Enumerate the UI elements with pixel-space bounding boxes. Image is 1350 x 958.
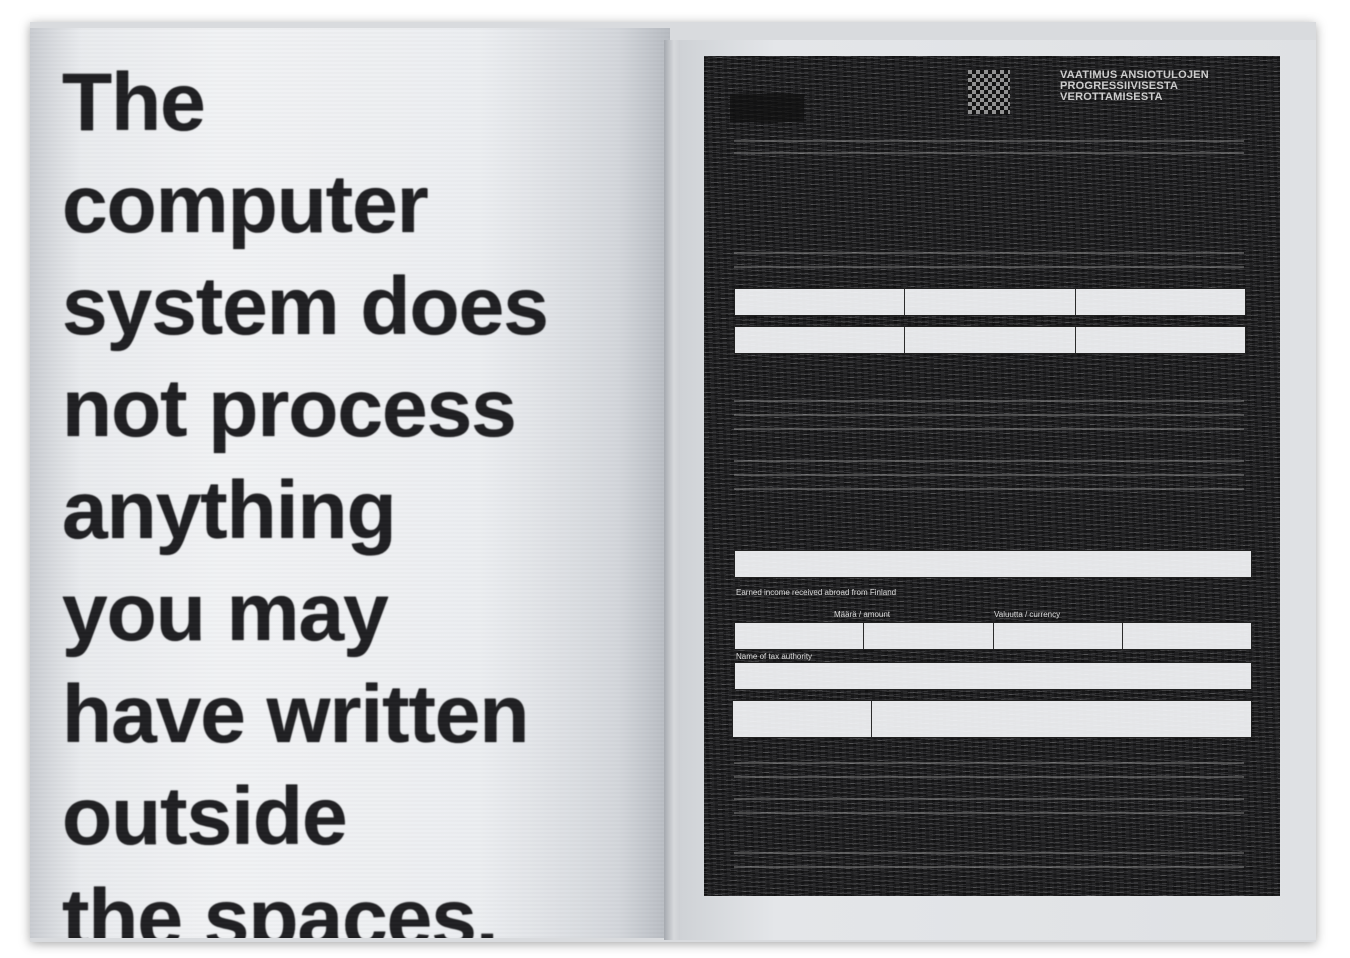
headline-line: anything xyxy=(62,465,397,556)
logo-stamp xyxy=(730,94,804,122)
form-field-row[interactable] xyxy=(732,700,1252,738)
scribbled-tax-form: VAATIMUS ANSIOTULOJEN PROGRESSIIVISESTA … xyxy=(704,56,1280,896)
form-cell[interactable] xyxy=(994,623,1123,649)
form-field-row[interactable] xyxy=(734,622,1252,650)
form-cell[interactable] xyxy=(1076,289,1245,315)
headline: The computer system does not process any… xyxy=(62,52,670,938)
text-line xyxy=(734,812,1244,814)
text-line xyxy=(734,488,1244,490)
field-label: Valuutta / currency xyxy=(994,610,1061,619)
text-line xyxy=(734,428,1244,430)
form-title: VAATIMUS ANSIOTULOJEN PROGRESSIIVISESTA … xyxy=(1060,70,1280,103)
field-label: Earned income received abroad from Finla… xyxy=(736,588,897,597)
qr-code-icon xyxy=(968,70,1010,114)
form-cell[interactable] xyxy=(905,289,1076,315)
text-line xyxy=(734,852,1244,854)
headline-line: computer xyxy=(62,159,429,250)
headline-line: system does xyxy=(62,261,549,352)
text-line xyxy=(734,140,1244,142)
headline-line: have written xyxy=(62,669,529,760)
form-cell[interactable] xyxy=(1076,327,1245,353)
headline-line: you may xyxy=(62,567,389,658)
form-cell[interactable] xyxy=(1123,623,1251,649)
headline-line: outside xyxy=(62,771,348,862)
form-cell[interactable] xyxy=(864,623,994,649)
headline-line: the spaces. xyxy=(62,873,499,938)
right-page: VAATIMUS ANSIOTULOJEN PROGRESSIIVISESTA … xyxy=(680,40,1316,940)
headline-line: The xyxy=(62,57,206,148)
form-field-row[interactable] xyxy=(734,326,1246,354)
text-line xyxy=(734,252,1244,254)
text-line xyxy=(734,400,1244,402)
text-line xyxy=(734,414,1244,416)
text-line xyxy=(734,762,1244,764)
form-cell[interactable] xyxy=(735,327,906,353)
text-line xyxy=(734,798,1244,800)
form-cell[interactable] xyxy=(733,701,872,737)
form-title-line: VEROTTAMISESTA xyxy=(1060,91,1163,103)
text-line xyxy=(734,266,1244,268)
headline-line: not process xyxy=(62,363,517,454)
form-field-wide[interactable] xyxy=(734,662,1252,690)
form-cell[interactable] xyxy=(905,327,1076,353)
text-line xyxy=(734,866,1244,868)
field-label: Määrä / amount xyxy=(834,610,891,619)
form-cell[interactable] xyxy=(735,289,906,315)
text-line xyxy=(734,460,1244,462)
form-field-wide[interactable] xyxy=(734,550,1252,578)
text-line xyxy=(734,474,1244,476)
form-field-row[interactable] xyxy=(734,288,1246,316)
field-label: Name of tax authority xyxy=(736,652,813,661)
text-line xyxy=(734,152,1244,154)
form-cell[interactable] xyxy=(872,701,1251,737)
left-page: The computer system does not process any… xyxy=(30,28,670,938)
form-cell[interactable] xyxy=(735,623,865,649)
text-line xyxy=(734,776,1244,778)
